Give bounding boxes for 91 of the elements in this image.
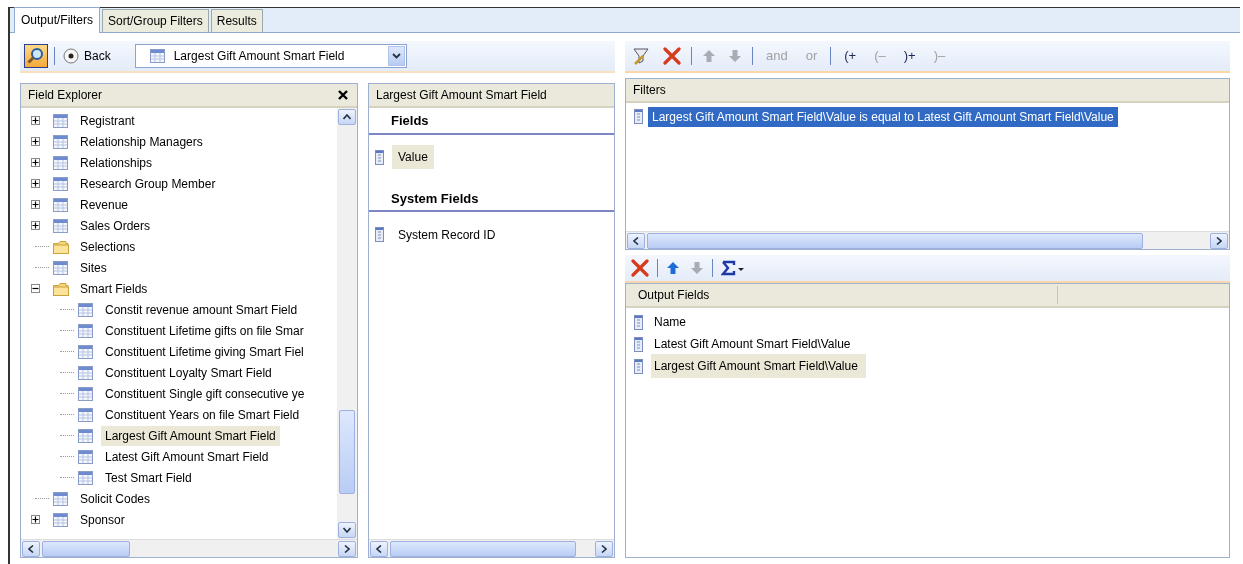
scroll-up-button[interactable] xyxy=(338,109,356,125)
tree-item[interactable]: Constit revenue amount Smart Field xyxy=(101,299,302,320)
minus-icon xyxy=(32,285,39,292)
tree-item[interactable]: Constituent Lifetime gifts on file Smar xyxy=(101,320,308,341)
expander-button[interactable] xyxy=(31,116,40,125)
scrollbar-thumb[interactable] xyxy=(647,232,1143,249)
tab[interactable]: Results xyxy=(210,9,263,32)
explorer-toggle-button[interactable] xyxy=(24,44,48,68)
back-icon xyxy=(63,48,79,64)
horizontal-scrollbar[interactable] xyxy=(626,231,1229,249)
delete-button[interactable] xyxy=(629,259,651,277)
scroll-down-button[interactable] xyxy=(338,522,356,538)
magnifier-icon xyxy=(27,47,45,65)
expander-button[interactable] xyxy=(31,158,40,167)
close-button[interactable] xyxy=(336,90,350,100)
scroll-right-button[interactable] xyxy=(595,540,613,557)
operator-button[interactable]: )+ xyxy=(901,46,918,66)
column-header: Filters xyxy=(633,82,666,99)
summary-button[interactable] xyxy=(719,260,747,276)
filter-row[interactable]: Largest Gift Amount Smart Field\Value is equal to Latest Gift Amount Smart Field\Value xyxy=(648,106,1118,127)
output-field-row[interactable]: Latest Gift Amount Smart Field\Value xyxy=(651,332,859,356)
scroll-left-button[interactable] xyxy=(627,232,645,249)
tree-item[interactable]: Sales Orders xyxy=(76,215,155,236)
tree-item[interactable]: Solicit Codes xyxy=(76,488,155,509)
tree-item[interactable]: Selections xyxy=(76,236,140,257)
tree-item[interactable]: Constituent Single gift consecutive ye xyxy=(101,383,309,404)
delete-button[interactable] xyxy=(661,47,683,65)
operator-button[interactable]: (+ xyxy=(842,46,859,66)
field-icon xyxy=(634,109,643,124)
query-view-dropdown[interactable]: Largest Gift Amount Smart Field xyxy=(134,44,407,68)
tab[interactable]: Sort/Group Filters xyxy=(102,9,209,32)
caret-icon xyxy=(391,53,401,59)
tree-item[interactable]: Latest Gift Amount Smart Field xyxy=(101,446,273,467)
tree-item[interactable]: Constituent Lifetime giving Smart Fiel xyxy=(101,341,308,362)
expander-button[interactable] xyxy=(31,221,40,230)
scrollbar-thumb[interactable] xyxy=(42,540,130,557)
vertical-scrollbar[interactable] xyxy=(337,108,357,539)
field-icon xyxy=(634,336,643,352)
plus-icon xyxy=(32,180,39,187)
filter-icon xyxy=(631,46,651,66)
tree-item[interactable]: Test Smart Field xyxy=(101,467,196,488)
field-icon xyxy=(634,358,643,374)
sigma-icon xyxy=(721,260,745,276)
expander-button[interactable] xyxy=(31,200,40,209)
expander-button[interactable] xyxy=(31,284,40,293)
field-icon xyxy=(375,149,384,165)
scroll-right-button[interactable] xyxy=(338,540,356,557)
expander-button[interactable] xyxy=(31,137,40,146)
horizontal-scrollbar[interactable] xyxy=(21,539,357,557)
plus-icon xyxy=(32,159,39,166)
tree-item[interactable]: Constituent Loyalty Smart Field xyxy=(101,362,276,383)
tree-item[interactable]: Research Group Member xyxy=(76,173,220,194)
plus-icon xyxy=(32,516,39,523)
tree-item[interactable]: Largest Gift Amount Smart Field xyxy=(101,425,280,446)
expander-button[interactable] xyxy=(31,179,40,188)
pane-title: Field Explorer xyxy=(28,87,104,104)
field-icon xyxy=(634,314,643,330)
scrollbar-thumb[interactable] xyxy=(339,410,355,494)
plus-icon xyxy=(32,222,39,229)
back-button[interactable]: Back xyxy=(61,47,113,65)
scroll-right-button[interactable] xyxy=(1210,232,1228,249)
output-field-row[interactable]: Largest Gift Amount Smart Field\Value xyxy=(651,354,866,378)
section-heading: System Fields xyxy=(369,185,614,212)
delete-icon xyxy=(631,259,649,277)
tree-item[interactable]: Registrant xyxy=(76,110,139,131)
scroll-left-button[interactable] xyxy=(22,540,40,557)
tab[interactable]: Output/Filters xyxy=(14,7,101,33)
horizontal-scrollbar[interactable] xyxy=(369,539,614,557)
scrollbar-thumb[interactable] xyxy=(390,540,576,557)
tree-item[interactable]: Constituent Years on file Smart Field xyxy=(101,404,304,425)
plus-icon xyxy=(32,117,39,124)
field-icon xyxy=(375,227,384,242)
plus-icon xyxy=(32,201,39,208)
plus-icon xyxy=(32,138,39,145)
tree-item[interactable]: Revenue xyxy=(76,194,133,215)
column-header: Output Fields xyxy=(626,286,1058,304)
output-field-row[interactable]: Name xyxy=(651,310,694,334)
delete-icon xyxy=(663,47,681,65)
tree-item[interactable]: Smart Fields xyxy=(76,278,152,299)
field-item[interactable]: System Record ID xyxy=(392,222,502,247)
tree-item[interactable]: Sites xyxy=(76,257,111,278)
scroll-left-button[interactable] xyxy=(370,540,388,557)
tree-item[interactable]: Sponsor xyxy=(76,509,129,530)
table-icon xyxy=(149,49,165,63)
tree-item[interactable]: Relationships xyxy=(76,152,157,173)
field-item[interactable]: Value xyxy=(392,145,434,169)
section-heading: Fields xyxy=(369,108,614,135)
close-icon xyxy=(338,90,348,100)
expander-button[interactable] xyxy=(31,515,40,524)
pane-title: Largest Gift Amount Smart Field xyxy=(376,87,547,104)
tree-item[interactable]: Relationship Managers xyxy=(76,131,207,152)
